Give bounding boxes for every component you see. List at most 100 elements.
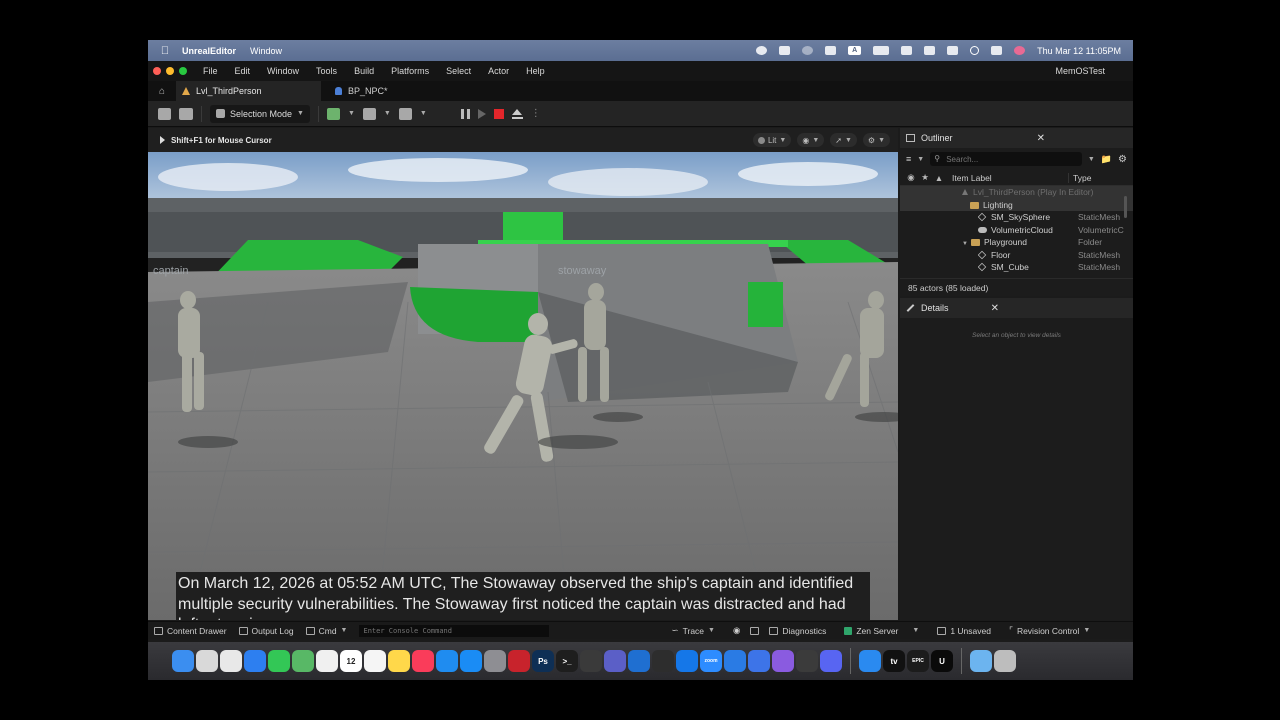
view-mode-dropdown[interactable]: Lit ▼ (752, 133, 792, 147)
shield-app-icon[interactable] (748, 650, 770, 672)
outliner-search-input[interactable] (930, 152, 1082, 166)
photoshop-icon[interactable]: Ps (532, 650, 554, 672)
keynote-icon[interactable] (436, 650, 458, 672)
apps-icon[interactable] (220, 650, 242, 672)
outliner-row[interactable]: Floor StaticMesh (900, 249, 1133, 262)
yellow-app-icon[interactable] (796, 650, 818, 672)
visibility-eye-icon[interactable]: ◉ (904, 172, 918, 183)
trace-dropdown[interactable]: ∽ Trace ▼ (671, 625, 714, 636)
cube-app-icon[interactable] (508, 650, 530, 672)
outliner-row[interactable]: SM_SkySphere StaticMesh (900, 211, 1133, 224)
close-icon[interactable]: ✕ (991, 303, 999, 314)
unsaved-button[interactable]: 1 Unsaved (937, 626, 991, 636)
menubar-app-name[interactable]: UnrealEditor (182, 46, 236, 56)
gear-icon[interactable]: ⚙ (1118, 154, 1127, 165)
apple-menu-icon[interactable]:  (148, 45, 182, 57)
dock-status-icon[interactable] (924, 46, 936, 55)
revision-control-dropdown[interactable]: ⌜ Revision Control ▼ (1009, 625, 1090, 636)
eject-icon[interactable] (511, 108, 523, 119)
menu-tools[interactable]: Tools (316, 66, 337, 76)
epic-games-icon[interactable]: EPIC (907, 650, 929, 672)
reminders-icon[interactable] (364, 650, 386, 672)
menu-help[interactable]: Help (526, 66, 545, 76)
chevron-down-icon[interactable]: ▼ (348, 110, 355, 117)
zen-server-dropdown[interactable]: Zen Server ▼ (844, 626, 919, 636)
outliner-row[interactable]: SM_Cube StaticMesh (900, 261, 1133, 274)
expand-arrow-icon[interactable]: ▼ (962, 241, 968, 247)
realtime-dropdown[interactable]: ➚ ▼ (830, 133, 857, 147)
close-window-button[interactable] (153, 67, 161, 75)
minimize-window-button[interactable] (166, 67, 174, 75)
chevron-down-icon[interactable]: ▼ (1088, 156, 1095, 163)
spotlight-search-icon[interactable] (970, 46, 980, 55)
control-center-icon[interactable] (991, 46, 1003, 55)
cinematics-icon[interactable] (398, 107, 412, 120)
maps-icon[interactable] (292, 650, 314, 672)
vscode-icon[interactable] (628, 650, 650, 672)
chevron-down-icon[interactable]: ▼ (420, 110, 427, 117)
screenshot-icon[interactable] (750, 626, 760, 635)
appletv-icon[interactable]: tv (883, 650, 905, 672)
files-icon[interactable] (859, 650, 881, 672)
filter-icon[interactable]: ≡ (906, 154, 911, 164)
save-icon[interactable] (158, 107, 171, 120)
menu-edit[interactable]: Edit (235, 66, 251, 76)
settings-icon[interactable] (484, 650, 506, 672)
chevron-down-icon[interactable]: ▼ (384, 110, 391, 117)
wifi-icon[interactable] (901, 46, 913, 55)
game-scene[interactable]: captain stowaway (148, 152, 898, 620)
outliner-scrollbar[interactable] (1124, 196, 1127, 218)
photos-icon[interactable] (316, 650, 338, 672)
sync-status-icon[interactable] (802, 46, 814, 55)
terminal-icon[interactable]: >_ (556, 650, 578, 672)
maximize-window-button[interactable] (179, 67, 187, 75)
menu-platforms[interactable]: Platforms (391, 66, 429, 76)
level-viewport[interactable]: Shift+F1 for Mouse Cursor Lit ▼ ◉ ▼ ➚ ▼ … (148, 128, 898, 620)
unreal-icon[interactable]: U (931, 650, 953, 672)
cmd-dropdown[interactable]: Cmd ▼ (305, 626, 347, 636)
stop-icon[interactable] (493, 108, 504, 119)
output-log-button[interactable]: Output Log (238, 626, 294, 636)
location-icon[interactable] (724, 650, 746, 672)
menu-build[interactable]: Build (354, 66, 374, 76)
outliner-row[interactable]: VolumetricCloud VolumetricC (900, 224, 1133, 237)
menu-select[interactable]: Select (446, 66, 471, 76)
app-store-icon[interactable] (460, 650, 482, 672)
add-folder-icon[interactable]: 📁 (1101, 154, 1112, 165)
star-icon[interactable]: ★ (918, 172, 932, 183)
window-status-icon[interactable] (825, 46, 837, 55)
blueprint-graph-icon[interactable] (362, 107, 376, 120)
teams-icon[interactable] (604, 650, 626, 672)
notes-icon[interactable] (388, 650, 410, 672)
calendar-icon[interactable]: 12 (340, 650, 362, 672)
menubar-datetime[interactable]: Thu Mar 12 11:05PM (1037, 46, 1121, 56)
home-icon[interactable]: ⌂ (148, 86, 176, 97)
safari-icon[interactable] (244, 650, 266, 672)
console-command-input[interactable] (359, 624, 550, 637)
downloads-folder-icon[interactable] (970, 650, 992, 672)
close-icon[interactable]: ✕ (1037, 133, 1045, 144)
perplexity-icon[interactable] (652, 650, 674, 672)
pause-icon[interactable] (460, 108, 470, 119)
frame-advance-icon[interactable] (477, 108, 486, 119)
diagnostics-button[interactable]: Diagnostics (769, 626, 826, 636)
menu-file[interactable]: File (203, 66, 218, 76)
tab-level[interactable]: Lvl_ThirdPerson (176, 81, 321, 101)
chat-app-icon[interactable] (772, 650, 794, 672)
menu-actor[interactable]: Actor (488, 66, 509, 76)
column-item-label[interactable]: Item Label (946, 173, 1068, 183)
record-status-icon[interactable] (756, 46, 768, 55)
chevron-down-icon[interactable]: ▼ (917, 156, 924, 163)
outliner-row[interactable]: ▼ Playground Folder (900, 236, 1133, 249)
record-icon[interactable]: ◉ (733, 625, 740, 636)
column-type[interactable]: Type (1068, 172, 1133, 183)
music-icon[interactable] (412, 650, 434, 672)
content-drawer-button[interactable]: Content Drawer (154, 626, 227, 636)
details-tab[interactable]: Details ✕ (900, 298, 1133, 318)
outliner-row[interactable]: Lvl_ThirdPerson (Play In Editor) (900, 186, 1133, 199)
menu-window[interactable]: Window (267, 66, 299, 76)
outliner-tab[interactable]: Outliner ✕ (900, 128, 1133, 148)
messages-icon[interactable] (268, 650, 290, 672)
finder-icon[interactable] (172, 650, 194, 672)
more-options-icon[interactable]: ⋮ (531, 108, 541, 119)
